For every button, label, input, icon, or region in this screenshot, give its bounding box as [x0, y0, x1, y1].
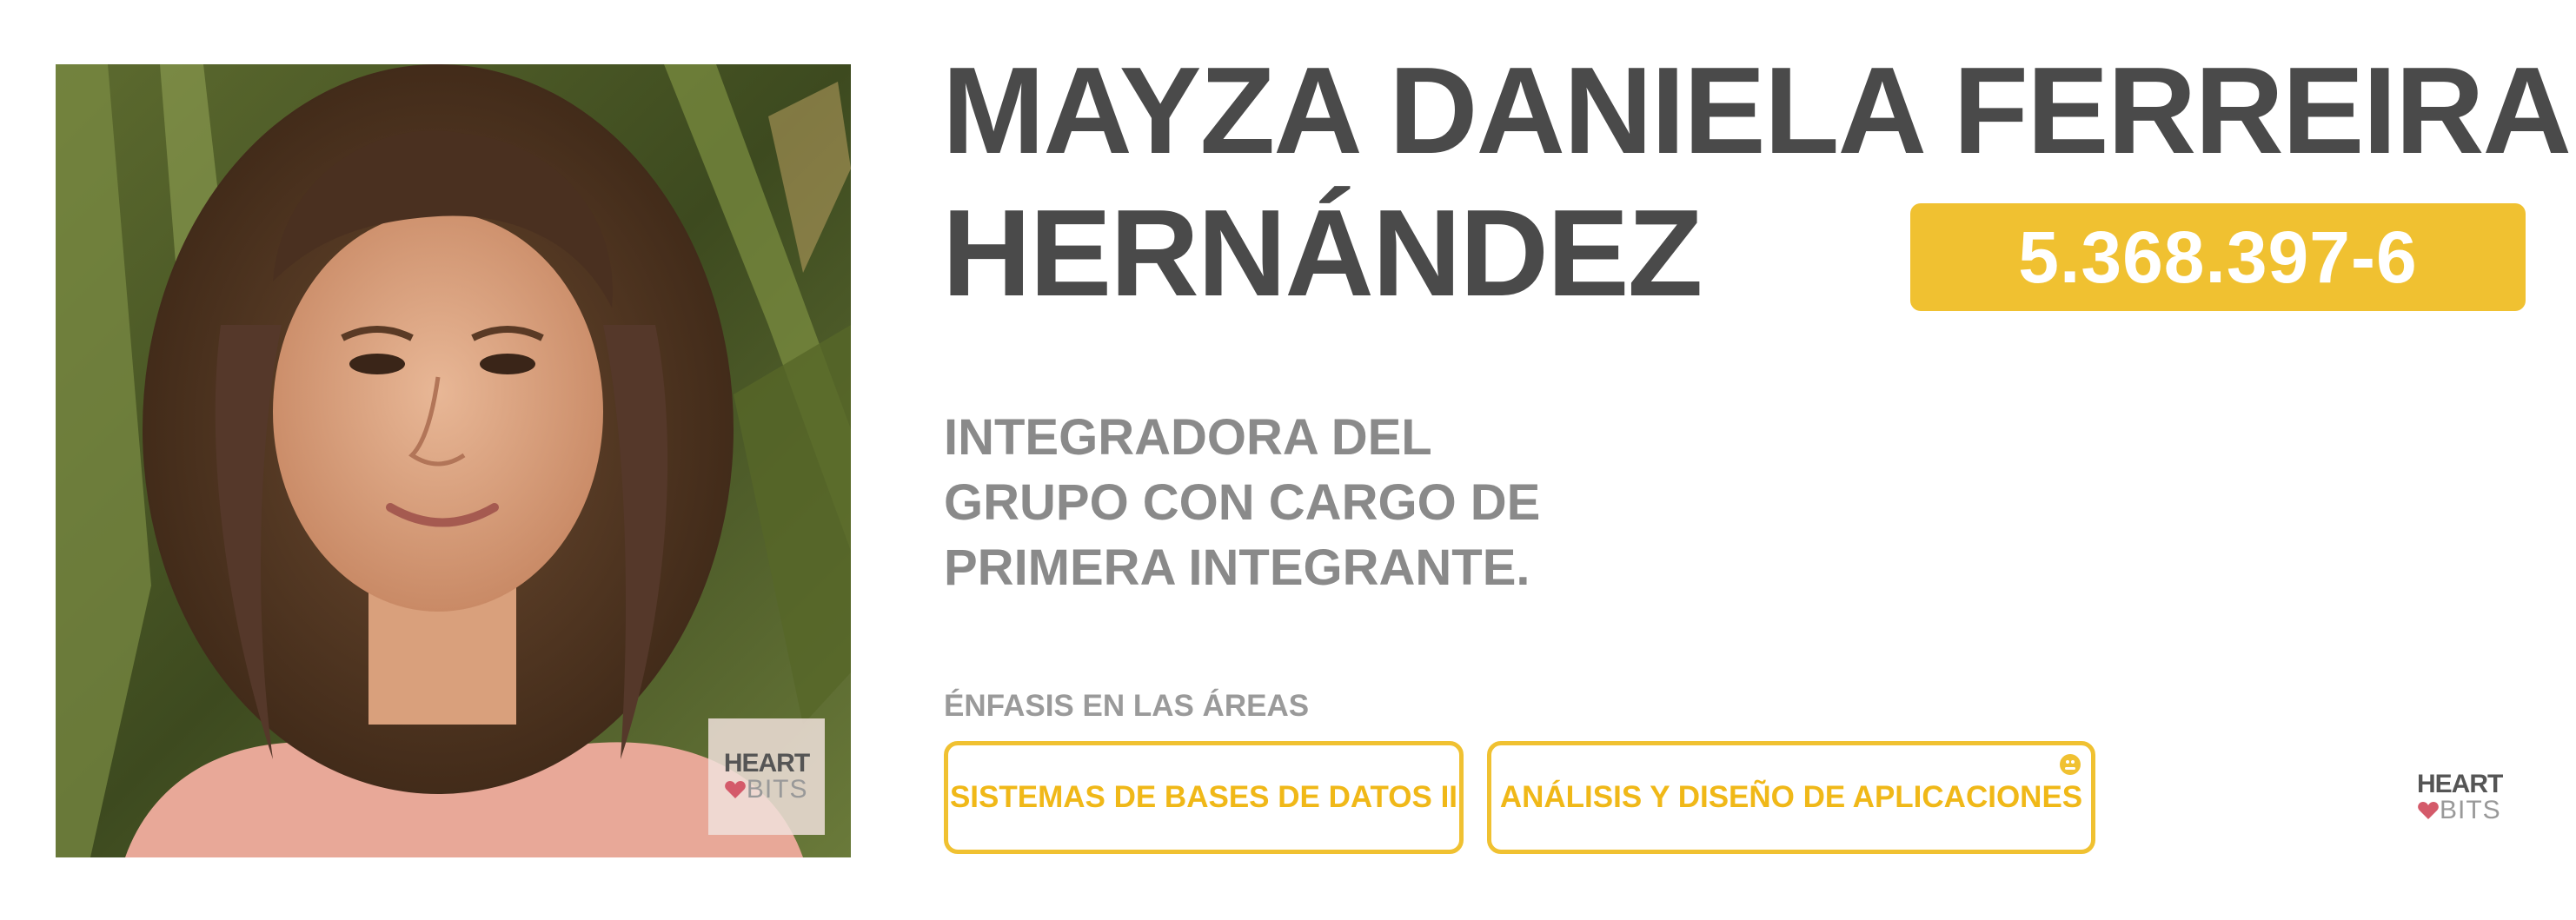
- area-chip-label: SISTEMAS DE BASES DE DATOS II: [949, 780, 1458, 814]
- id-number-badge: 5.368.397-6: [1910, 203, 2526, 311]
- logo-top-text: HEART: [2417, 770, 2503, 798]
- face-icon: [2060, 754, 2081, 775]
- name-line-1: MAYZA DANIELA FERREIRA: [942, 42, 2572, 180]
- logo-bottom-text: BITS: [2440, 796, 2501, 824]
- role-line: INTEGRADORA DEL: [944, 409, 1432, 466]
- logo-bottom-text: BITS: [746, 775, 808, 804]
- heart-icon: [2418, 802, 2439, 819]
- area-chip-label: ANÁLISIS Y DISEÑO DE APLICACIONES: [1499, 780, 2083, 814]
- heartbits-logo: HEART BITS: [2417, 771, 2521, 824]
- photo-watermark-logo: HEART BITS: [708, 718, 825, 835]
- corner-logo: HEART BITS: [2417, 771, 2521, 841]
- logo-top-text: HEART: [723, 749, 810, 778]
- area-chip-databases[interactable]: SISTEMAS DE BASES DE DATOS II: [944, 741, 1464, 854]
- role-description: INTEGRADORA DEL GRUPO CON CARGO DE PRIME…: [944, 405, 1540, 600]
- area-chip-analysis-design[interactable]: ANÁLISIS Y DISEÑO DE APLICACIONES: [1487, 741, 2095, 854]
- heartbits-logo: HEART BITS: [723, 749, 810, 804]
- areas-heading: ÉNFASIS EN LAS ÁREAS: [944, 689, 1310, 723]
- heart-icon: [724, 781, 746, 798]
- role-line: PRIMERA INTEGRANTE.: [944, 539, 1530, 596]
- profile-photo: HEART BITS: [56, 64, 851, 857]
- role-line: GRUPO CON CARGO DE: [944, 474, 1541, 531]
